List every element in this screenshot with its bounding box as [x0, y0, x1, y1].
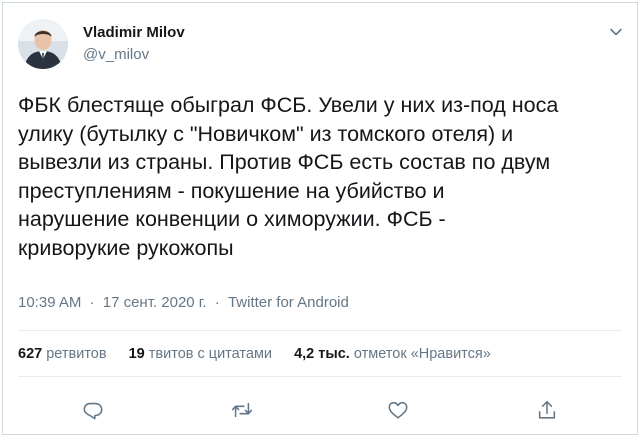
tweet-meta: 10:39 AM · 17 сент. 2020 г. · Twitter fo… [18, 293, 349, 313]
likes-count: 4,2 тыс. [294, 346, 350, 362]
tweet-time[interactable]: 10:39 AM [18, 294, 81, 311]
chevron-down-icon[interactable] [605, 21, 627, 43]
likes-stat[interactable]: 4,2 тыс. отметок «Нравится» [294, 344, 491, 364]
like-button[interactable] [381, 393, 415, 427]
retweets-stat[interactable]: 627 ретвитов [18, 344, 107, 364]
retweet-icon [231, 402, 253, 418]
display-name[interactable]: Vladimir Milov [83, 24, 185, 42]
tweet-source[interactable]: Twitter for Android [228, 294, 349, 311]
avatar-image [18, 19, 68, 69]
heart-icon [388, 401, 408, 419]
tweet-header: Vladimir Milov @v_milov [18, 15, 627, 71]
quotes-count: 19 [128, 346, 145, 362]
retweet-button[interactable] [225, 393, 259, 427]
meta-separator: · [214, 294, 220, 311]
tweet-date[interactable]: 17 сент. 2020 г. [103, 294, 207, 311]
divider [18, 330, 622, 331]
tweet-stats: 627 ретвитов 19 твитов с цитатами 4,2 ты… [18, 344, 509, 364]
reply-icon [83, 402, 103, 420]
share-button[interactable] [530, 393, 564, 427]
share-icon [538, 400, 556, 419]
author-names: Vladimir Milov @v_milov [83, 24, 185, 65]
user-handle[interactable]: @v_milov [83, 45, 185, 65]
tweet-text: ФБК блестяще обыграл ФСБ. Увели у них из… [18, 93, 559, 260]
tweet-actions [3, 393, 637, 427]
divider [18, 376, 622, 377]
retweets-label: ретвитов [46, 346, 107, 362]
likes-label: отметок «Нравится» [353, 346, 491, 362]
quotes-label: твитов с цитатами [148, 346, 273, 362]
meta-separator: · [89, 294, 95, 311]
avatar[interactable] [18, 19, 68, 69]
reply-button[interactable] [76, 393, 110, 427]
quotes-stat[interactable]: 19 твитов с цитатами [129, 344, 272, 364]
tweet-card: Vladimir Milov @v_milov ФБК блестяще обы… [2, 2, 638, 435]
retweets-count: 627 [18, 346, 43, 362]
